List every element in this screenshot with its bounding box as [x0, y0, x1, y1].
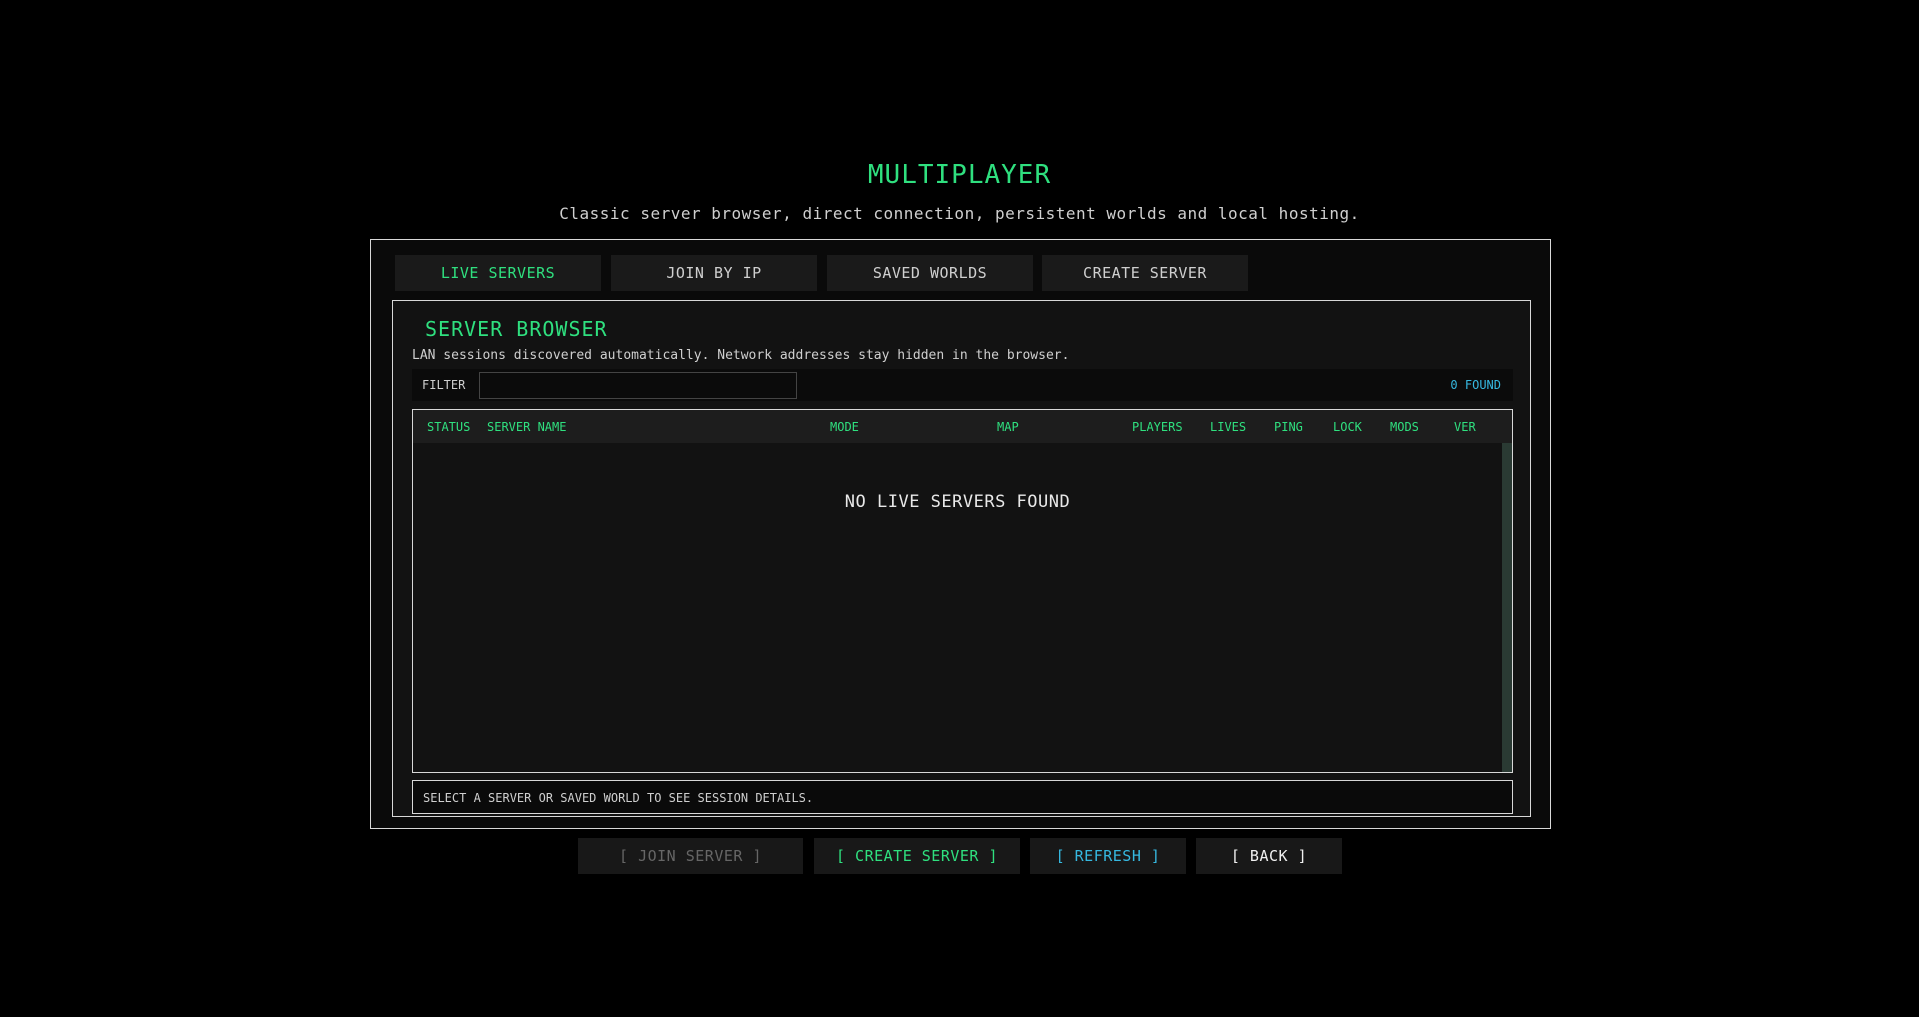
server-browser-description: LAN sessions discovered automatically. N…: [412, 348, 1070, 363]
filter-input[interactable]: [479, 372, 797, 399]
empty-list-message: NO LIVE SERVERS FOUND: [844, 492, 1071, 512]
session-details-hint: SELECT A SERVER OR SAVED WORLD TO SEE SE…: [423, 791, 814, 805]
filter-bar: FILTER 0 FOUND: [412, 369, 1513, 401]
page-subtitle: Classic server browser, direct connectio…: [559, 204, 1360, 223]
column-mods[interactable]: MODS: [1390, 420, 1419, 434]
column-server-name[interactable]: SERVER NAME: [487, 420, 566, 434]
table-scrollbar[interactable]: [1502, 443, 1512, 772]
found-count: 0 FOUND: [1450, 378, 1501, 392]
back-button[interactable]: [ BACK ]: [1196, 838, 1342, 874]
server-table: STATUS SERVER NAME MODE MAP PLAYERS LIVE…: [412, 409, 1513, 773]
refresh-button[interactable]: [ REFRESH ]: [1030, 838, 1186, 874]
column-players[interactable]: PLAYERS: [1132, 420, 1183, 434]
create-server-button[interactable]: [ CREATE SERVER ]: [814, 838, 1020, 874]
tab-create-server[interactable]: CREATE SERVER: [1042, 255, 1248, 291]
column-ver[interactable]: VER: [1454, 420, 1476, 434]
server-browser-panel: SERVER BROWSER LAN sessions discovered a…: [392, 300, 1531, 817]
server-browser-title: SERVER BROWSER: [425, 317, 608, 341]
column-map[interactable]: MAP: [997, 420, 1019, 434]
column-status[interactable]: STATUS: [427, 420, 470, 434]
tab-live-servers[interactable]: LIVE SERVERS: [395, 255, 601, 291]
table-header: STATUS SERVER NAME MODE MAP PLAYERS LIVE…: [413, 410, 1512, 443]
column-lives[interactable]: LIVES: [1210, 420, 1246, 434]
multiplayer-panel: LIVE SERVERS JOIN BY IP SAVED WORLDS CRE…: [370, 239, 1551, 829]
filter-label: FILTER: [422, 378, 466, 392]
column-mode[interactable]: MODE: [830, 420, 859, 434]
session-details-bar: SELECT A SERVER OR SAVED WORLD TO SEE SE…: [412, 780, 1513, 814]
tab-join-by-ip[interactable]: JOIN BY IP: [611, 255, 817, 291]
join-server-button[interactable]: [ JOIN SERVER ]: [578, 838, 803, 874]
column-lock[interactable]: LOCK: [1333, 420, 1362, 434]
page-title: MULTIPLAYER: [867, 160, 1052, 190]
column-ping[interactable]: PING: [1274, 420, 1303, 434]
tab-saved-worlds[interactable]: SAVED WORLDS: [827, 255, 1033, 291]
